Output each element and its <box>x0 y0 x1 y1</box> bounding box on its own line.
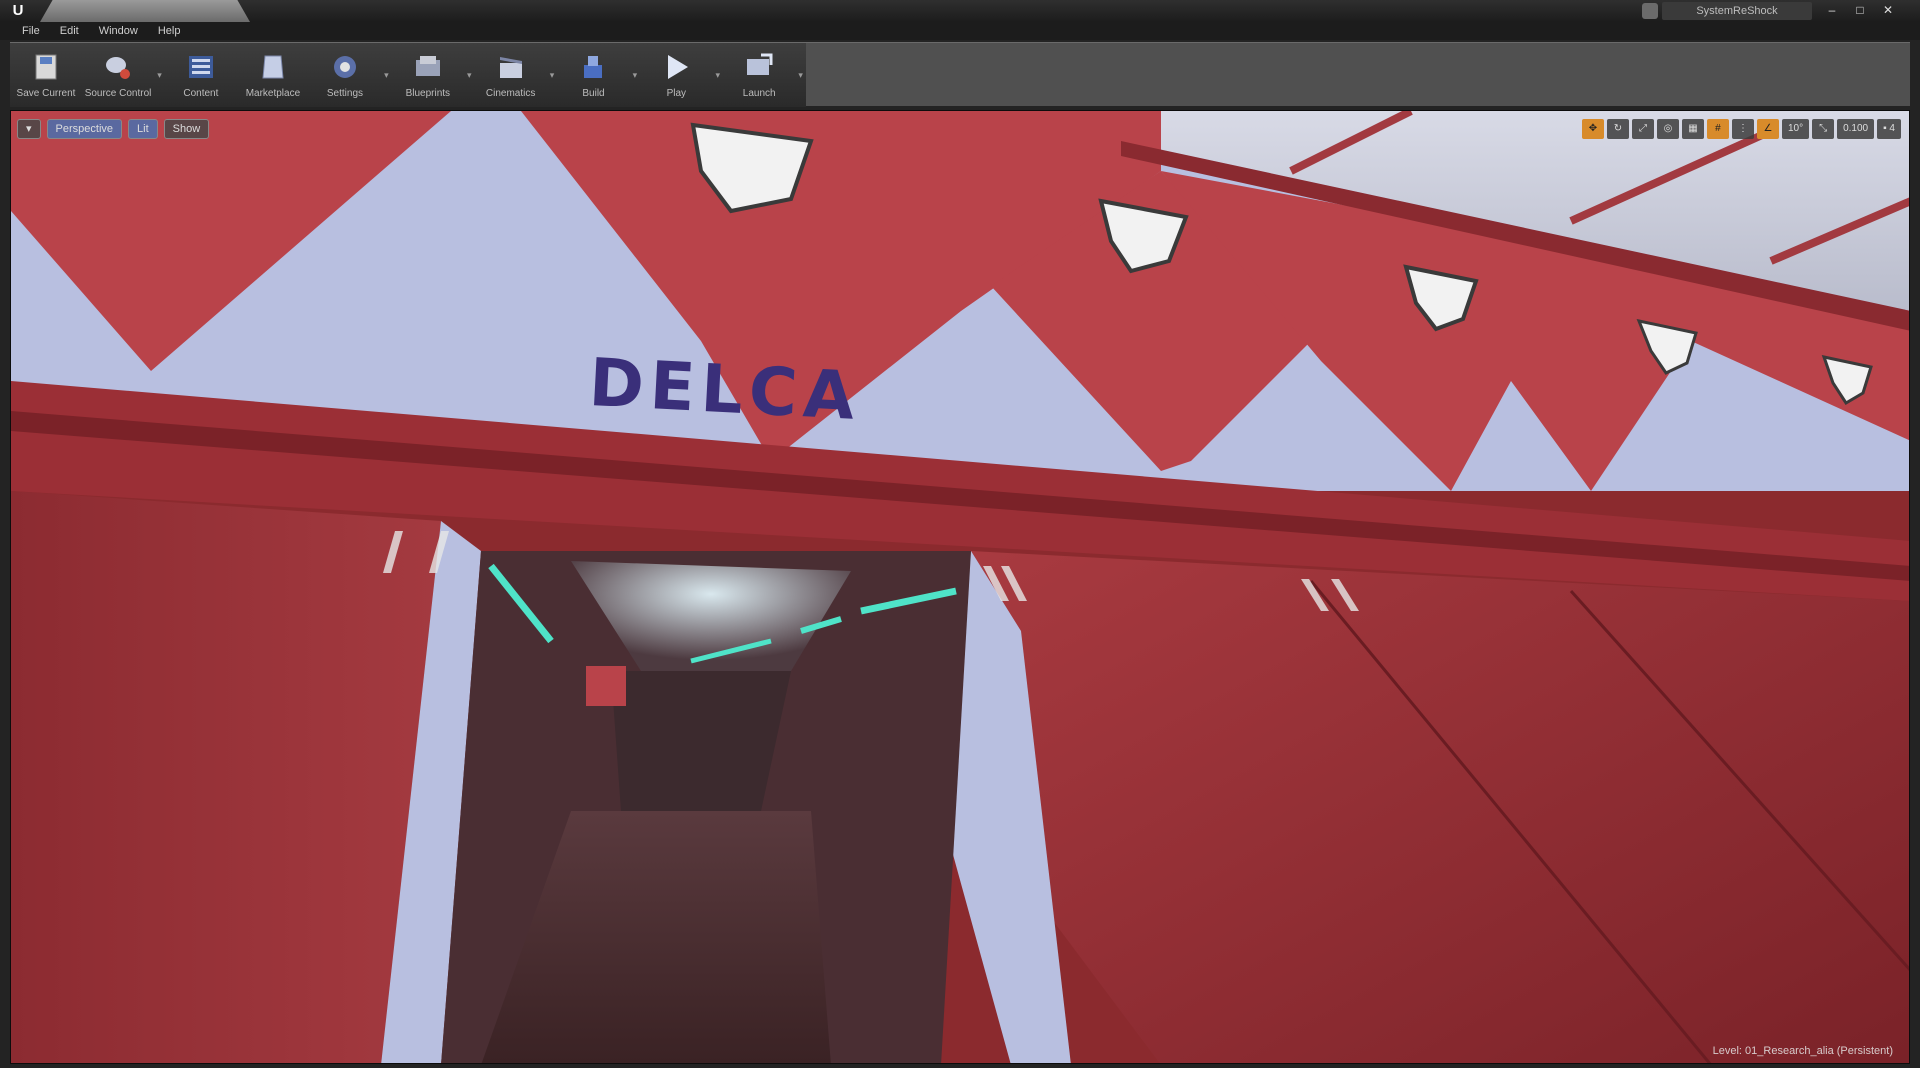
toolbar-buttons: Save Current Source Control ▾ Content Ma… <box>10 43 806 107</box>
level-viewport[interactable]: DELCA ▾ Perspective Lit Show ✥ ↻ ⤢ ◎ ▦ #… <box>10 110 1910 1064</box>
grid-size-icon[interactable]: ⋮ <box>1731 119 1754 139</box>
source-control-button[interactable]: Source Control <box>82 43 154 107</box>
marketplace-label: Marketplace <box>245 88 301 99</box>
source-control-label: Source Control <box>84 88 152 99</box>
maximize-button[interactable]: □ <box>1848 1 1872 19</box>
play-icon <box>658 49 694 85</box>
launch-icon <box>741 49 777 85</box>
camera-speed-value[interactable]: 0.100 <box>1837 119 1875 139</box>
scale-snap-icon[interactable]: ⤡ <box>1812 119 1835 139</box>
left-wall <box>11 491 441 1063</box>
blueprints-button[interactable]: Blueprints <box>392 43 464 107</box>
blueprints-label: Blueprints <box>405 88 451 99</box>
play-button[interactable]: Play <box>640 43 712 107</box>
blueprints-dropdown-icon[interactable]: ▾ <box>464 43 475 107</box>
build-dropdown-icon[interactable]: ▾ <box>630 43 641 107</box>
menu-bar: File Edit Window Help <box>0 22 1920 40</box>
settings-button[interactable]: Settings <box>309 43 381 107</box>
level-document-tab[interactable] <box>40 0 250 22</box>
save-current-button[interactable]: Save Current <box>10 43 82 107</box>
blueprints-icon <box>410 49 446 85</box>
rotate-icon[interactable]: ↻ <box>1606 119 1629 139</box>
viewport-options-dropdown[interactable]: ▾ <box>17 119 41 139</box>
cinematics-label: Cinematics <box>485 88 536 99</box>
settings-dropdown-icon[interactable]: ▾ <box>381 43 392 107</box>
title-bar: U SystemReShock – □ ✕ <box>0 0 1920 22</box>
play-label: Play <box>666 88 687 99</box>
settings-icon <box>327 49 363 85</box>
right-wall <box>971 551 1909 1063</box>
menu-edit[interactable]: Edit <box>52 22 87 40</box>
content-button[interactable]: Content <box>165 43 237 107</box>
minimize-button[interactable]: – <box>1820 1 1844 19</box>
current-level-label: Level: 01_Research_alia (Persistent) <box>1712 1045 1893 1057</box>
marketplace-icon <box>255 49 291 85</box>
source-control-icon <box>100 49 136 85</box>
unreal-engine-logo-icon: U <box>12 2 24 19</box>
content-icon <box>183 49 219 85</box>
build-icon <box>575 49 611 85</box>
lit-mode-button[interactable]: Lit <box>128 119 158 139</box>
window-title: SystemReShock <box>1662 2 1812 20</box>
rotation-snap-value[interactable]: 10° <box>1781 119 1810 139</box>
play-dropdown-icon[interactable]: ▾ <box>712 43 723 107</box>
delca-wall-sign: DELCA <box>587 343 863 436</box>
settings-label: Settings <box>326 88 364 99</box>
save-icon <box>28 49 64 85</box>
world-local-icon[interactable]: ◎ <box>1656 119 1679 139</box>
build-button[interactable]: Build <box>557 43 629 107</box>
corridor-scene <box>11 111 1909 1063</box>
scale-icon[interactable]: ⤢ <box>1631 119 1654 139</box>
launch-dropdown-icon[interactable]: ▾ <box>795 43 806 107</box>
viewport-options-bar: ▾ Perspective Lit Show <box>17 119 210 139</box>
main-toolbar: Save Current Source Control ▾ Content Ma… <box>10 42 1910 107</box>
menu-help[interactable]: Help <box>150 22 189 40</box>
grid-snap-icon[interactable]: # <box>1706 119 1729 139</box>
viewport-layout-button[interactable]: ▪ 4 <box>1877 119 1901 139</box>
perspective-button[interactable]: Perspective <box>46 119 123 139</box>
cinematics-button[interactable]: Cinematics <box>475 43 547 107</box>
select-icon[interactable]: ✥ <box>1581 119 1604 139</box>
launch-button[interactable]: Launch <box>723 43 795 107</box>
source-control-dropdown-icon[interactable]: ▾ <box>154 43 165 107</box>
viewport-transform-toolbar: ✥ ↻ ⤢ ◎ ▦ # ⋮ ∠ 10° ⤡ 0.100 ▪ 4 <box>1581 119 1901 139</box>
launch-label: Launch <box>742 88 776 99</box>
menu-window[interactable]: Window <box>91 22 146 40</box>
project-icon <box>1642 3 1658 19</box>
marketplace-button[interactable]: Marketplace <box>237 43 309 107</box>
content-label: Content <box>183 88 219 99</box>
rotation-snap-icon[interactable]: ∠ <box>1756 119 1779 139</box>
cinematics-dropdown-icon[interactable]: ▾ <box>547 43 558 107</box>
menu-file[interactable]: File <box>14 22 48 40</box>
cinematics-icon <box>493 49 529 85</box>
surface-snap-icon[interactable]: ▦ <box>1681 119 1704 139</box>
save-current-label: Save Current <box>16 88 76 99</box>
show-button[interactable]: Show <box>163 119 210 139</box>
build-label: Build <box>582 88 605 99</box>
unreal-editor-window: U SystemReShock – □ ✕ File Edit Window H… <box>0 0 1920 1068</box>
close-button[interactable]: ✕ <box>1876 1 1900 19</box>
